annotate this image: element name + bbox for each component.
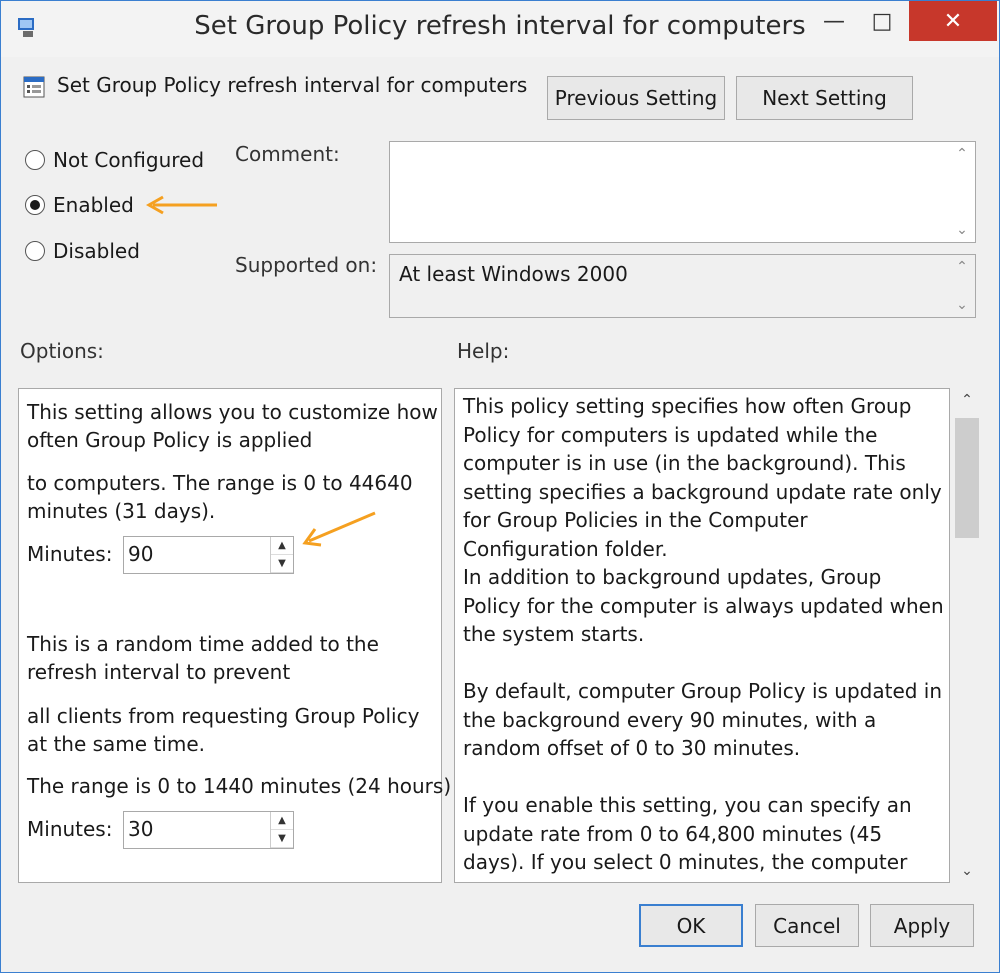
scroll-down-icon[interactable]: ⌄ [949, 218, 975, 242]
radio-circle[interactable] [25, 150, 45, 170]
options-text-3a: This is a random time added to the [27, 632, 379, 656]
options-text-2b: minutes (31 days). [27, 499, 216, 523]
options-text-1a: This setting allows you to customize how [27, 400, 438, 424]
cancel-button[interactable]: Cancel [755, 904, 859, 947]
options-text-1b: often Group Policy is applied [27, 428, 313, 452]
minutes-label-1: Minutes: [27, 542, 113, 566]
annotation-arrow-icon [302, 511, 376, 547]
maximize-icon: □ [871, 8, 893, 34]
apply-button[interactable]: Apply [870, 904, 974, 947]
minutes-value-1: 90 [128, 542, 154, 566]
scroll-down-icon[interactable]: ⌄ [949, 293, 975, 317]
spin-down-icon[interactable]: ▼ [271, 830, 293, 848]
options-text-5: The range is 0 to 1440 minutes (24 hours… [27, 774, 452, 798]
spin-up-icon[interactable]: ▲ [271, 537, 293, 555]
comment-label: Comment: [235, 142, 340, 166]
radio-not-configured[interactable]: Not Configured [25, 148, 204, 172]
help-paragraph-3: By default, computer Group Policy is upd… [463, 679, 943, 760]
radio-circle-selected[interactable] [25, 195, 45, 215]
radio-label: Enabled [53, 193, 134, 217]
minimize-icon: — [823, 8, 845, 34]
spinner[interactable]: ▲ ▼ [270, 537, 293, 573]
options-text-2a: to computers. The range is 0 to 44640 [27, 471, 413, 495]
radio-disabled[interactable]: Disabled [25, 239, 140, 263]
minimize-button[interactable]: — [811, 1, 857, 41]
annotation-arrow-icon [145, 195, 217, 215]
options-label: Options: [20, 339, 104, 363]
minutes-value-2: 30 [128, 817, 154, 841]
close-button[interactable]: ✕ [909, 1, 997, 41]
supported-scrollbar[interactable]: ⌃ ⌄ [949, 255, 975, 317]
help-paragraph-4: If you enable this setting, you can spec… [463, 793, 912, 874]
radio-enabled[interactable]: Enabled [25, 193, 134, 217]
scroll-down-icon[interactable]: ⌄ [953, 859, 981, 883]
scroll-up-icon[interactable]: ⌃ [953, 388, 981, 412]
policy-dialog: Set Group Policy refresh interval for co… [0, 0, 1000, 973]
help-label: Help: [457, 339, 510, 363]
supported-on-box: At least Windows 2000 ⌃ ⌄ [389, 254, 976, 318]
maximize-button[interactable]: □ [859, 1, 905, 41]
options-text-4a: all clients from requesting Group Policy [27, 704, 420, 728]
supported-on-value: At least Windows 2000 [399, 262, 628, 286]
minutes-spinbox-2[interactable]: 30 ▲ ▼ [123, 811, 294, 849]
minutes-spinbox-1[interactable]: 90 ▲ ▼ [123, 536, 294, 574]
options-text-3b: refresh interval to prevent [27, 660, 291, 684]
spin-up-icon[interactable]: ▲ [271, 812, 293, 830]
spinner[interactable]: ▲ ▼ [270, 812, 293, 848]
policy-name: Set Group Policy refresh interval for co… [57, 73, 528, 97]
policy-icon [23, 76, 45, 98]
radio-label: Not Configured [53, 148, 205, 172]
close-icon: ✕ [943, 8, 963, 34]
comment-textarea[interactable]: ⌃ ⌄ [389, 141, 976, 243]
minutes-label-2: Minutes: [27, 817, 113, 841]
radio-circle[interactable] [25, 241, 45, 261]
ok-button[interactable]: OK [639, 904, 743, 947]
scroll-up-icon[interactable]: ⌃ [949, 142, 975, 166]
radio-label: Disabled [53, 239, 140, 263]
help-paragraph-1: This policy setting specifies how often … [463, 394, 942, 561]
next-setting-button[interactable]: Next Setting [736, 76, 913, 120]
comment-scrollbar[interactable]: ⌃ ⌄ [949, 142, 975, 242]
title-bar: Set Group Policy refresh interval for co… [1, 1, 999, 57]
scroll-up-icon[interactable]: ⌃ [949, 255, 975, 279]
previous-setting-button[interactable]: Previous Setting [547, 76, 725, 120]
help-scroll-thumb[interactable] [955, 418, 979, 538]
options-text-4b: at the same time. [27, 732, 205, 756]
radio-dot [30, 200, 40, 210]
help-paragraph-2: In addition to background updates, Group… [463, 565, 944, 646]
supported-on-label: Supported on: [235, 253, 378, 277]
spin-down-icon[interactable]: ▼ [271, 555, 293, 573]
